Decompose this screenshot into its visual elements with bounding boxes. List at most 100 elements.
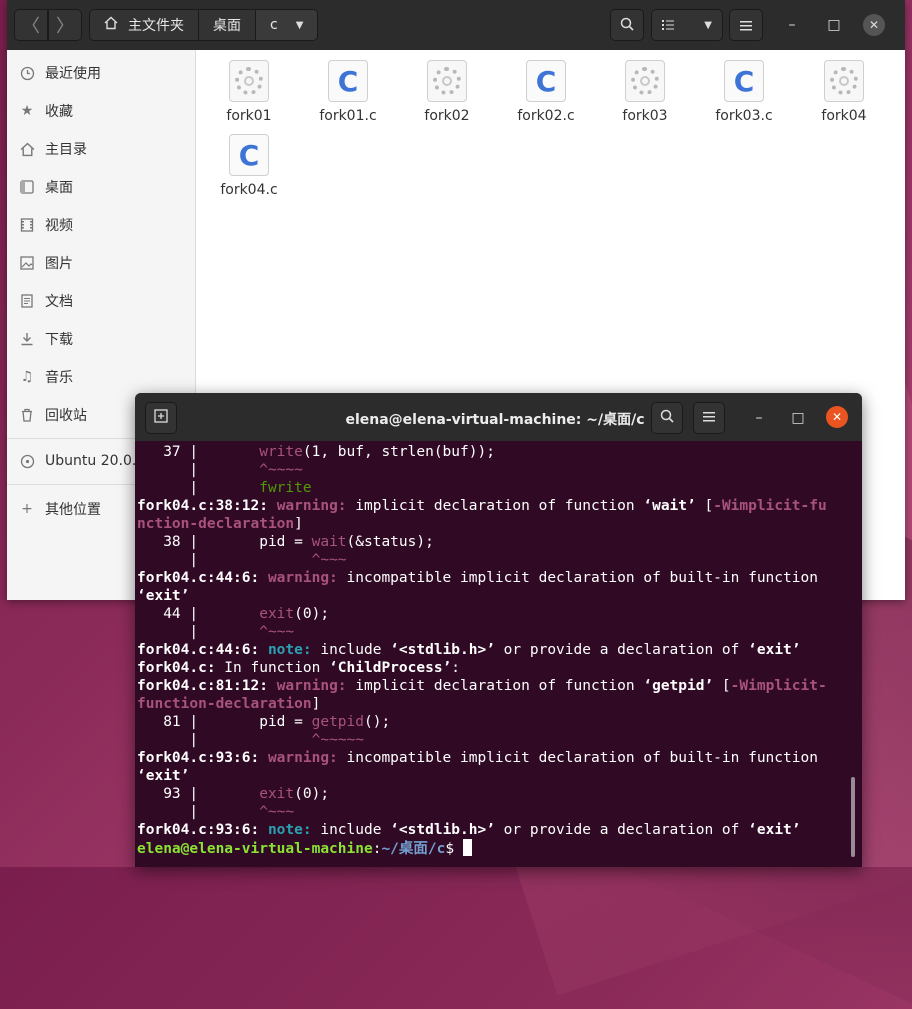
search-icon <box>660 409 674 427</box>
sidebar-item-home[interactable]: 主目录 <box>19 134 87 164</box>
picture-icon <box>19 255 35 271</box>
terminal-window: elena@elena-virtual-machine: ~/桌面/c – □ … <box>135 393 862 867</box>
terminal-close-button[interactable]: ✕ <box>826 406 848 428</box>
terminal-line: 38 | pid = wait(&status); <box>137 534 434 550</box>
chevron-right-icon: 〉 <box>56 16 74 37</box>
c-source-icon: C <box>328 60 368 102</box>
terminal-maximize-button[interactable]: □ <box>787 407 809 429</box>
sidebar-item-videos[interactable]: 视频 <box>19 210 73 240</box>
close-icon: ✕ <box>868 18 880 32</box>
file-name: fork02 <box>424 108 470 124</box>
sidebar-item-recent[interactable]: 最近使用 <box>19 58 101 88</box>
search-icon <box>620 16 634 35</box>
executable-icon <box>625 60 665 102</box>
sidebar-item-label: 音乐 <box>45 370 73 386</box>
terminal-line: 93 | exit(0); <box>137 786 330 802</box>
file-item[interactable]: fork01 <box>204 60 294 124</box>
c-source-icon: C <box>724 60 764 102</box>
close-button[interactable]: ✕ <box>863 14 885 36</box>
sidebar-item-music[interactable]: ♫ 音乐 <box>19 362 73 392</box>
sidebar-item-label: 主目录 <box>45 142 87 158</box>
file-item[interactable]: C fork04.c <box>204 134 294 198</box>
music-icon: ♫ <box>20 369 34 385</box>
sidebar-item-label: 收藏 <box>45 104 73 120</box>
c-source-icon: C <box>229 134 269 176</box>
sidebar-item-documents[interactable]: 文档 <box>19 286 73 316</box>
hamburger-icon <box>740 16 752 35</box>
file-name: fork01.c <box>319 108 377 124</box>
new-tab-icon <box>154 409 168 427</box>
new-tab-button[interactable] <box>145 402 177 434</box>
home-icon <box>19 141 35 157</box>
terminal-line: 44 | exit(0); <box>137 606 330 622</box>
plus-icon: + <box>21 501 33 517</box>
terminal-line: function-declaration] <box>137 696 321 712</box>
maximize-icon: □ <box>827 17 841 33</box>
crumb-desktop[interactable]: 桌面 <box>199 10 256 40</box>
minimize-button[interactable]: – <box>781 14 803 36</box>
file-item[interactable]: C fork03.c <box>699 60 789 124</box>
scrollbar[interactable] <box>851 777 855 857</box>
sidebar-item-trash[interactable]: 回收站 <box>19 400 87 430</box>
file-item[interactable]: fork04 <box>799 60 889 124</box>
maximize-button[interactable]: □ <box>823 14 845 36</box>
list-view-icon <box>662 16 674 35</box>
file-name: fork04.c <box>220 182 278 198</box>
sidebar-item-other-locations[interactable]: + 其他位置 <box>19 494 101 524</box>
sidebar-item-ubuntu-disc[interactable]: Ubuntu 20.0... <box>19 446 145 476</box>
terminal-line: 81 | pid = getpid(); <box>137 714 391 730</box>
file-item[interactable]: C fork02.c <box>501 60 591 124</box>
c-source-icon: C <box>526 60 566 102</box>
file-item[interactable]: fork03 <box>600 60 690 124</box>
terminal-search-button[interactable] <box>651 402 683 434</box>
file-name: fork03.c <box>715 108 773 124</box>
trash-icon <box>19 407 35 423</box>
sidebar-item-downloads[interactable]: 下载 <box>19 324 73 354</box>
terminal-line: fork04.c:93:6: warning: incompatible imp… <box>137 750 818 766</box>
terminal-minimize-button[interactable]: – <box>748 407 770 429</box>
close-icon: ✕ <box>831 410 843 424</box>
minimize-icon: – <box>788 17 796 33</box>
menu-button[interactable] <box>729 9 763 41</box>
hamburger-icon <box>703 410 715 426</box>
crumb-home[interactable]: 主文件夹 <box>90 10 199 40</box>
video-icon <box>19 217 35 233</box>
terminal-line: fork04.c:38:12: warning: implicit declar… <box>137 498 827 514</box>
crumb-current[interactable]: c ▼ <box>256 10 318 40</box>
chevron-down-icon: ▼ <box>704 19 712 31</box>
terminal-output[interactable]: 37 | write(1, buf, strlen(buf)); | ^~~~~… <box>137 443 849 867</box>
sidebar-item-pictures[interactable]: 图片 <box>19 248 73 278</box>
sidebar-item-label: 最近使用 <box>45 66 101 82</box>
terminal-menu-button[interactable] <box>693 402 725 434</box>
desktop-icon <box>19 179 35 195</box>
sidebar-item-label: 其他位置 <box>45 502 101 518</box>
terminal-line: ‘exit’ <box>137 588 190 604</box>
executable-icon <box>229 60 269 102</box>
terminal-line: | ^~~~ <box>137 624 295 640</box>
executable-icon <box>824 60 864 102</box>
terminal-line: | ^~~~~~ <box>137 732 364 748</box>
file-item[interactable]: fork02 <box>402 60 492 124</box>
terminal-line: fork04.c: In function ‘ChildProcess’: <box>137 660 461 676</box>
document-icon <box>19 293 35 309</box>
sidebar-item-desktop[interactable]: 桌面 <box>19 172 73 202</box>
back-button[interactable]: 〈 <box>14 9 48 41</box>
prompt-line[interactable]: elena@elena-virtual-machine:~/桌面/c$ <box>137 839 849 857</box>
forward-button[interactable]: 〉 <box>48 9 82 41</box>
sidebar-item-starred[interactable]: ★ 收藏 <box>19 96 73 126</box>
sidebar-item-label: 桌面 <box>45 180 73 196</box>
sidebar-item-label: 图片 <box>45 256 73 272</box>
download-icon <box>19 331 35 347</box>
chevron-down-icon: ▼ <box>295 19 304 31</box>
file-name: fork04 <box>821 108 867 124</box>
search-button[interactable] <box>610 9 644 41</box>
sidebar-item-label: 回收站 <box>45 408 87 424</box>
view-toggle-button[interactable]: ▼ <box>651 9 723 41</box>
terminal-title: elena@elena-virtual-machine: ~/桌面/c <box>345 412 645 428</box>
disc-icon <box>19 453 35 469</box>
sidebar-item-label: 下载 <box>45 332 73 348</box>
file-item[interactable]: C fork01.c <box>303 60 393 124</box>
terminal-line: 37 | write(1, buf, strlen(buf)); <box>137 444 495 460</box>
file-name: fork03 <box>622 108 668 124</box>
terminal-line: fork04.c:44:6: warning: incompatible imp… <box>137 570 818 586</box>
